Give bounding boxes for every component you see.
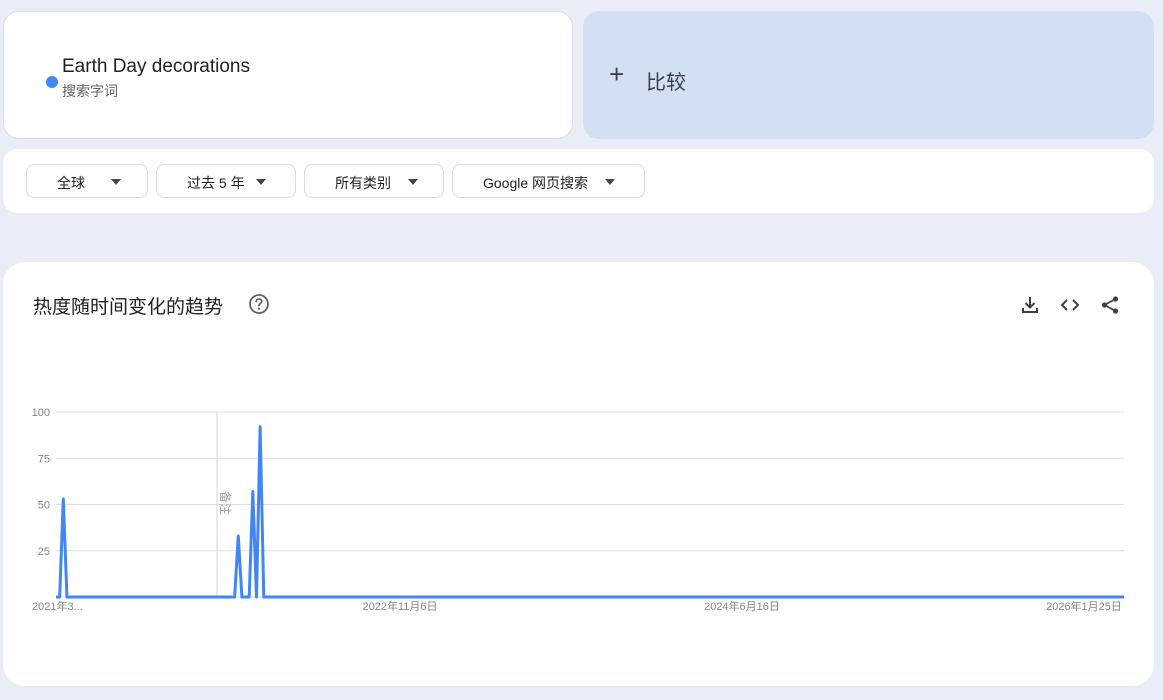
plus-icon: + <box>609 59 625 89</box>
trend-line-chart[interactable]: 100 75 50 25 备注 2021年3... 2022年11月6日 2024年6月16日… <box>3 262 1154 686</box>
y-tick-label: 50 <box>38 500 50 512</box>
term-color-dot <box>46 76 58 88</box>
search-type-filter-dropdown[interactable]: Google 网页搜索 <box>452 164 645 198</box>
chevron-down-icon <box>256 179 266 185</box>
y-tick-label: 25 <box>38 546 50 558</box>
y-tick-label: 75 <box>38 453 50 465</box>
chevron-down-icon <box>111 179 121 185</box>
search-term-card[interactable]: Earth Day decorations 搜索字词 <box>3 11 573 139</box>
chevron-down-icon <box>605 179 615 185</box>
interest-over-time-card: 热度随时间变化的趋势 100 75 50 25 备注 2021年3... 2022年11月6… <box>3 262 1154 686</box>
page: Earth Day decorations 搜索字词 + 比较 全球 过去 5 … <box>0 0 1163 700</box>
x-tick-label: 2024年6月16日 <box>704 599 780 613</box>
filter-bar: 全球 过去 5 年 所有类别 Google 网页搜索 <box>3 149 1154 213</box>
search-header: Earth Day decorations 搜索字词 + 比较 全球 过去 5 … <box>0 0 1163 238</box>
y-tick-label: 100 <box>32 407 50 419</box>
region-filter-label: 全球 <box>57 175 85 191</box>
term-name[interactable]: Earth Day decorations <box>62 56 250 78</box>
term-type-label: 搜索字词 <box>62 83 118 99</box>
compare-button[interactable]: + 比较 <box>583 11 1154 139</box>
compare-label: 比较 <box>646 72 686 94</box>
category-filter-label: 所有类别 <box>335 175 391 191</box>
region-filter-dropdown[interactable]: 全球 <box>26 164 148 198</box>
x-tick-label: 2022年11月6日 <box>362 599 437 613</box>
time-range-filter-label: 过去 5 年 <box>187 175 245 191</box>
annotation-label[interactable]: 备注 <box>218 491 233 515</box>
chevron-down-icon <box>408 179 418 185</box>
search-type-filter-label: Google 网页搜索 <box>483 175 589 191</box>
x-tick-label: 2021年3... <box>32 599 83 613</box>
x-tick-label: 2026年1月25日 <box>1046 599 1122 613</box>
time-range-filter-dropdown[interactable]: 过去 5 年 <box>156 164 296 198</box>
series-line[interactable] <box>56 425 1124 599</box>
category-filter-dropdown[interactable]: 所有类别 <box>304 164 444 198</box>
